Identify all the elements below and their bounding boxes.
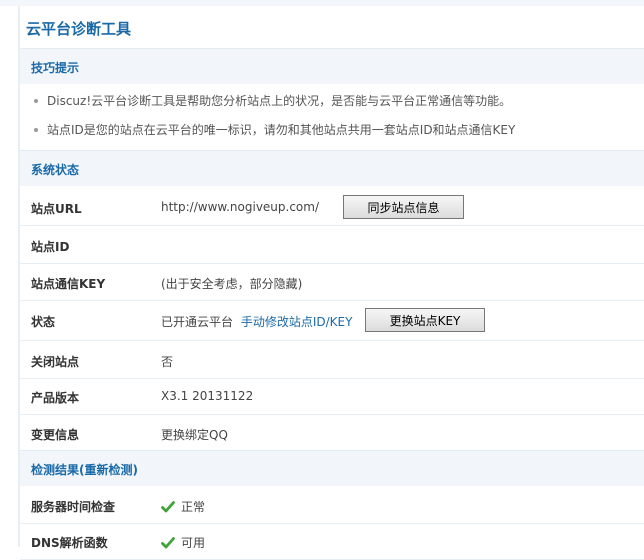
- check-icon: [161, 536, 175, 548]
- check-icon: [161, 500, 175, 512]
- detection-status: 可用: [161, 534, 205, 551]
- tip-item: 站点ID是您的站点在云平台的唯一标识，请勿和其他站点共用一套站点ID和站点通信K…: [34, 121, 515, 138]
- detection-status-text: 可用: [181, 536, 206, 550]
- site-key-label: 站点通信KEY: [31, 277, 106, 291]
- change-info-label: 变更信息: [31, 428, 80, 442]
- change-info-row: 变更信息 更换绑定QQ: [20, 414, 644, 452]
- site-id-label: 站点ID: [31, 240, 70, 254]
- close-site-row: 关闭站点 否: [20, 341, 644, 379]
- detection-label: DNS解析函数: [31, 536, 108, 550]
- status-label: 状态: [31, 315, 56, 329]
- site-id-row: 站点ID: [20, 226, 644, 264]
- change-site-key-button[interactable]: 更换站点KEY: [365, 308, 485, 332]
- status-text: 已开通云平台: [161, 315, 234, 329]
- tip-item: Discuz!云平台诊断工具是帮助您分析站点上的状况，是否能与云平台正常通信等功…: [34, 92, 511, 109]
- version-label: 产品版本: [31, 391, 80, 405]
- tip-text: 站点ID是您的站点在云平台的唯一标识，请勿和其他站点共用一套站点ID和站点通信K…: [47, 123, 516, 137]
- close-site-value: 否: [161, 355, 174, 369]
- tips-header-label: 技巧提示: [31, 61, 80, 75]
- detection-status-text: 正常: [181, 500, 206, 514]
- close-site-label: 关闭站点: [31, 355, 80, 369]
- site-url-value: http://www.nogiveup.com/: [161, 200, 320, 214]
- detection-row: 服务器时间检查 正常: [20, 486, 644, 524]
- page-title: 云平台诊断工具: [26, 20, 132, 38]
- detection-header[interactable]: 检测结果(重新检测): [20, 450, 644, 486]
- site-key-value: (出于安全考虑，部分隐藏): [161, 277, 303, 291]
- bullet-icon: [34, 98, 38, 103]
- site-url-label: 站点URL: [31, 202, 82, 216]
- bullet-icon: [34, 127, 38, 132]
- detection-label: 服务器时间检查: [31, 500, 116, 514]
- version-value: X3.1 20131122: [161, 389, 254, 403]
- detection-header-label[interactable]: 检测结果(重新检测): [31, 461, 138, 478]
- detection-status: 正常: [161, 498, 205, 515]
- site-key-row: 站点通信KEY (出于安全考虑，部分隐藏): [20, 263, 644, 301]
- status-value: 已开通云平台 手动修改站点ID/KEY: [161, 313, 352, 330]
- manual-edit-site-id-link[interactable]: 手动修改站点ID/KEY: [241, 315, 353, 329]
- tip-text: Discuz!云平台诊断工具是帮助您分析站点上的状况，是否能与云平台正常通信等功…: [47, 94, 512, 108]
- system-status-header: 系统状态: [20, 150, 644, 186]
- site-url-row: 站点URL http://www.nogiveup.com/ 同步站点信息: [20, 188, 644, 226]
- change-bound-qq-link[interactable]: 更换绑定QQ: [161, 426, 228, 443]
- top-strip: [0, 0, 644, 6]
- sync-site-info-button[interactable]: 同步站点信息: [343, 195, 464, 219]
- tips-header: 技巧提示: [20, 48, 644, 84]
- detection-row: DNS解析函数 可用: [20, 522, 644, 560]
- status-row: 状态 已开通云平台 手动修改站点ID/KEY 更换站点KEY: [20, 300, 644, 341]
- system-status-header-label: 系统状态: [31, 163, 80, 177]
- version-row: 产品版本 X3.1 20131122: [20, 377, 644, 415]
